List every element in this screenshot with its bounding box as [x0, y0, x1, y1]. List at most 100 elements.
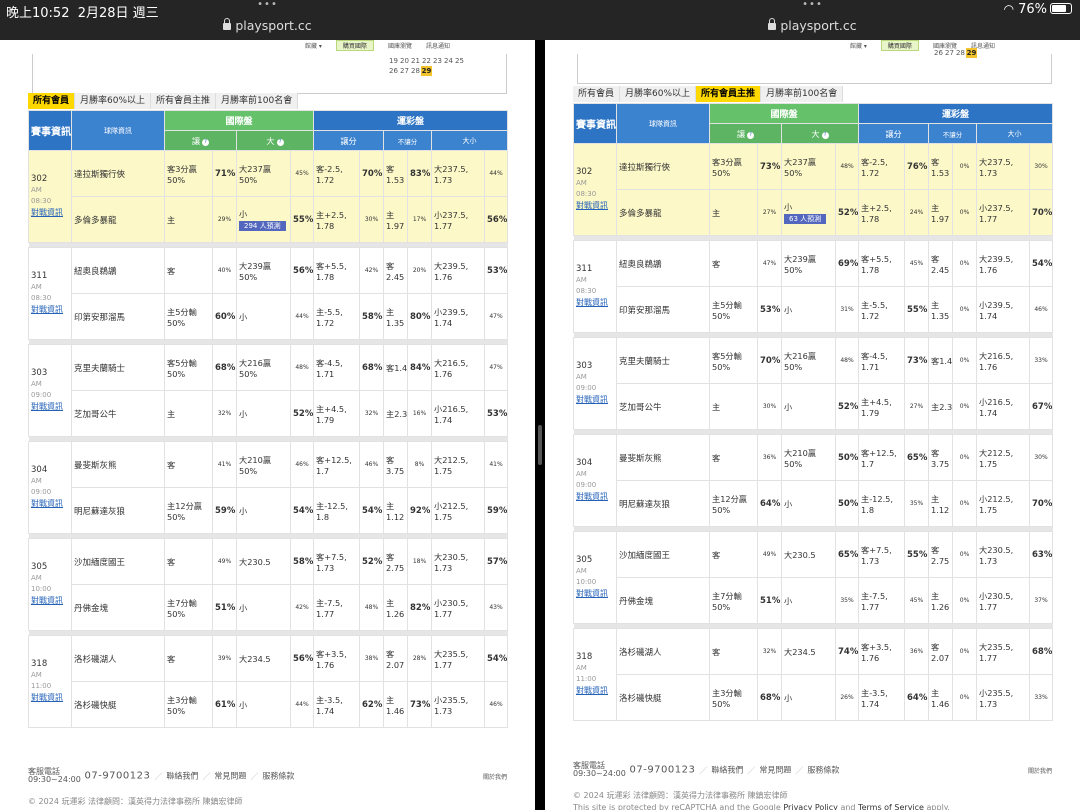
tab-0[interactable]: 所有會員	[28, 93, 76, 109]
team-name[interactable]: 印第安那溜馬	[616, 286, 710, 333]
team-name[interactable]: 洛杉磯快艇	[616, 674, 710, 721]
team-name[interactable]: 洛杉磯湖人	[616, 628, 710, 675]
matchup-info-link[interactable]: 對戰資訊	[576, 589, 608, 598]
header-intl: 國際盤	[163, 110, 315, 131]
team-name[interactable]: 丹佛金塊	[71, 584, 165, 631]
matchup-info-link[interactable]: 對戰資訊	[31, 305, 63, 314]
calendar-day[interactable]: 27	[944, 48, 955, 58]
team-name[interactable]: 克里夫蘭騎士	[616, 337, 710, 384]
help-icon[interactable]: ?	[747, 131, 755, 139]
tab-1[interactable]: 月勝率60%以上	[75, 93, 152, 109]
matchup-info-link[interactable]: 對戰資訊	[31, 499, 63, 508]
split-view-divider[interactable]	[535, 40, 545, 810]
about-link[interactable]: 關於我們	[1028, 766, 1052, 775]
team-name[interactable]: 克里夫蘭騎士	[71, 344, 165, 391]
multitask-dots-icon[interactable]: •••	[545, 0, 1080, 10]
subnav-item[interactable]: 購買國際	[335, 40, 374, 51]
matchup-info-link[interactable]: 對戰資訊	[31, 596, 63, 605]
matchup-info-link[interactable]: 對戰資訊	[576, 395, 608, 404]
team-name[interactable]: 洛杉磯快艇	[71, 681, 165, 728]
subnav-item[interactable]: 購買國際	[880, 40, 919, 51]
subnav-item[interactable]: 館藏 ▾	[850, 41, 867, 50]
calendar-day[interactable]: 29	[966, 48, 977, 58]
calendar-day[interactable]: 28	[955, 48, 966, 58]
team-name[interactable]: 明尼蘇達灰狼	[71, 487, 165, 534]
team-name[interactable]: 多倫多暴龍	[71, 196, 165, 243]
team-name[interactable]: 曼斐斯灰熊	[71, 441, 165, 488]
calendar-day[interactable]: 19	[388, 56, 399, 66]
team-name[interactable]: 紐奧良鵜鶘	[616, 240, 710, 287]
team-name[interactable]: 達拉斯獨行俠	[71, 150, 165, 197]
address-bar[interactable]: playsport.cc	[0, 18, 535, 33]
subnav-item[interactable]: 訊息通知	[426, 41, 450, 50]
calendar-day[interactable]: 23	[432, 56, 443, 66]
footer-link[interactable]: 常見問題	[759, 766, 791, 775]
team-name[interactable]: 洛杉磯湖人	[71, 635, 165, 682]
terms-of-service-link[interactable]: Terms of Service	[858, 803, 924, 810]
calendar-day[interactable]: 29	[421, 66, 432, 76]
game-time: 10:00	[576, 578, 597, 586]
team-name[interactable]: 多倫多暴龍	[616, 189, 710, 236]
lock-icon	[768, 18, 777, 30]
matchup-info-link[interactable]: 對戰資訊	[576, 298, 608, 307]
service-phone[interactable]: 07-9700123	[626, 765, 696, 776]
footer-link[interactable]: 服務條款	[262, 772, 294, 781]
matchup-info-link[interactable]: 對戰資訊	[31, 208, 63, 217]
tab-1[interactable]: 月勝率60%以上	[620, 86, 697, 102]
odds-cell: 主+2.5, 1.78	[858, 189, 906, 236]
help-icon[interactable]: ?	[821, 131, 829, 139]
team-name[interactable]: 曼斐斯灰熊	[616, 434, 710, 481]
team-name[interactable]: 明尼蘇達灰狼	[616, 480, 710, 527]
help-icon[interactable]: ?	[202, 138, 210, 146]
predict-count-badge[interactable]: 294 人預測	[239, 221, 286, 231]
matchup-info-link[interactable]: 對戰資訊	[31, 693, 63, 702]
subnav-item[interactable]: 館藏 ▾	[305, 41, 322, 50]
team-name[interactable]: 印第安那溜馬	[71, 293, 165, 340]
tab-0[interactable]: 所有會員	[573, 86, 621, 102]
matchup-info-link[interactable]: 對戰資訊	[576, 201, 608, 210]
calendar-day[interactable]: 21	[410, 56, 421, 66]
team-name[interactable]: 沙加緬度國王	[71, 538, 165, 585]
matchup-info-link[interactable]: 對戰資訊	[576, 686, 608, 695]
footer-link[interactable]: 聯絡我們	[166, 772, 198, 781]
odds-cell: 小	[236, 681, 291, 728]
service-phone[interactable]: 07-9700123	[81, 771, 151, 782]
team-name[interactable]: 沙加緬度國王	[616, 531, 710, 578]
matchup-info-link[interactable]: 對戰資訊	[31, 402, 63, 411]
team-name[interactable]: 達拉斯獨行俠	[616, 143, 710, 190]
calendar-day[interactable]: 28	[410, 66, 421, 76]
matchup-info-link[interactable]: 對戰資訊	[576, 492, 608, 501]
multitask-dots-icon[interactable]: •••	[0, 0, 535, 10]
tab-2[interactable]: 所有會員主推	[696, 86, 762, 102]
calendar-day[interactable]: 26	[388, 66, 399, 76]
tab-3[interactable]: 月勝率前100名會	[216, 93, 299, 109]
footer-link[interactable]: 服務條款	[807, 766, 839, 775]
team-name[interactable]: 芝加哥公牛	[71, 390, 165, 437]
team-name[interactable]: 紐奧良鵜鶘	[71, 247, 165, 294]
pick-percent: 32%	[359, 390, 385, 437]
calendar-day[interactable]: 26	[933, 48, 944, 58]
subnav-item[interactable]: 國庫瀏覽	[388, 41, 412, 50]
team-name[interactable]: 芝加哥公牛	[616, 383, 710, 430]
calendar-day[interactable]: 22	[421, 56, 432, 66]
about-link[interactable]: 關於我們	[483, 772, 507, 781]
tab-2[interactable]: 所有會員主推	[151, 93, 217, 109]
table-row: 303 AM 09:00 對戰資訊 克里夫蘭騎士 客5分輸 50% 70% 大216贏 50% 48…	[573, 337, 1054, 430]
privacy-policy-link[interactable]: Privacy Policy	[783, 803, 838, 810]
help-icon[interactable]: ?	[276, 138, 284, 146]
calendar-day[interactable]: 24	[443, 56, 454, 66]
pick-percent: 68%	[757, 674, 782, 721]
odds-cell: 主2.3	[928, 383, 954, 430]
address-bar[interactable]: playsport.cc	[545, 18, 1080, 33]
calendar-day[interactable]: 25	[454, 56, 465, 66]
pick-percent: 37%	[1029, 577, 1054, 624]
calendar-day[interactable]: 20	[399, 56, 410, 66]
tab-3[interactable]: 月勝率前100名會	[761, 86, 844, 102]
footer-link[interactable]: 常見問題	[214, 772, 246, 781]
pick-percent: 68%	[359, 344, 385, 391]
calendar-day[interactable]: 27	[399, 66, 410, 76]
divider-handle[interactable]	[538, 425, 542, 465]
footer-link[interactable]: 聯絡我們	[711, 766, 743, 775]
predict-count-badge[interactable]: 63 人預測	[784, 214, 827, 224]
team-name[interactable]: 丹佛金塊	[616, 577, 710, 624]
